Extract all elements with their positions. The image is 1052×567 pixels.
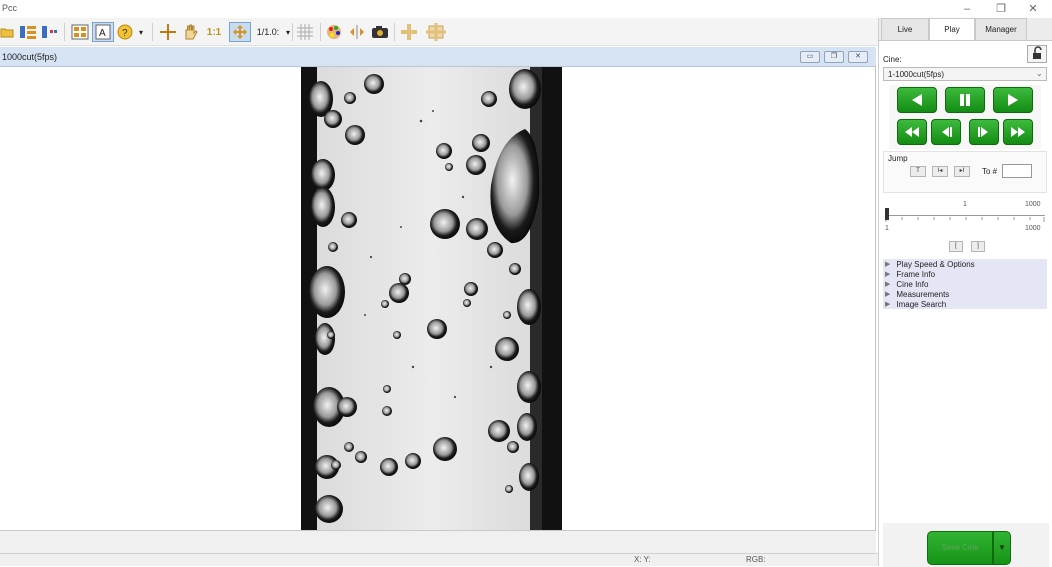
child-minimize-button[interactable]: ▭: [800, 51, 820, 63]
cine-list-icon[interactable]: [18, 22, 38, 42]
slider-ticks: [885, 217, 1045, 222]
text-tool-icon[interactable]: A: [92, 22, 114, 42]
option-cine-info[interactable]: ▶ Cine Info: [885, 279, 928, 289]
cine-viewer-window: 1000cut(5fps) ▭ ❐ ✕: [0, 47, 876, 553]
hand-pan-icon[interactable]: [180, 22, 200, 42]
tab-play[interactable]: Play: [929, 18, 975, 41]
help-icon[interactable]: ?: [116, 22, 134, 42]
option-image-search[interactable]: ▶ Image Search: [885, 299, 946, 309]
save-cine-button[interactable]: Save Cine: [927, 531, 993, 565]
jump-section: Jump T I◂ ▸I To #: [883, 151, 1047, 193]
svg-text:?: ?: [122, 28, 128, 39]
option-measurements[interactable]: ▶ Measurements: [885, 289, 949, 299]
grid-overlay-icon[interactable]: [294, 22, 316, 42]
expand-arrow-icon: ▶: [885, 271, 891, 278]
option-label: Frame Info: [896, 269, 936, 279]
jump-start-button[interactable]: I◂: [932, 166, 948, 177]
step-forward-button[interactable]: [969, 119, 999, 145]
measure-tool-icon[interactable]: [398, 22, 420, 42]
cine-select[interactable]: 1-1000cut(5fps) ⌄: [883, 67, 1047, 81]
flip-icon[interactable]: [347, 22, 367, 42]
slider-thumb[interactable]: [885, 208, 889, 220]
slider-end-label: 1000: [1025, 201, 1041, 208]
svg-text:A: A: [99, 28, 106, 39]
expand-arrow-icon: ▶: [885, 301, 891, 308]
zoom-label[interactable]: 1/1.0:: [253, 22, 283, 42]
cine-select-value: 1-1000cut(5fps): [888, 70, 945, 79]
jump-label: Jump: [888, 154, 908, 163]
jump-end-button[interactable]: ▸I: [954, 166, 970, 177]
option-label: Cine Info: [896, 279, 929, 289]
open-folder-icon[interactable]: [0, 22, 14, 42]
rgb-readout: RGB:: [746, 555, 766, 564]
step-back-button[interactable]: [931, 119, 961, 145]
slider-min-label: 1: [885, 225, 889, 232]
option-play-speed[interactable]: ▶ Play Speed & Options: [885, 259, 975, 269]
save-dropdown-button[interactable]: ▼: [993, 531, 1011, 565]
close-button[interactable]: ✕: [1018, 2, 1048, 16]
control-panel: Live Play Manager Cine: 1-1000cut(5fps) …: [878, 18, 1052, 567]
fit-window-icon[interactable]: [229, 22, 251, 42]
cine-window-titlebar: 1000cut(5fps) ▭ ❐ ✕: [0, 47, 876, 67]
options-panel: ▶ Play Speed & Options ▶ Frame Info ▶ Cine …: [883, 259, 1047, 309]
slider-track: [885, 215, 1045, 216]
lock-icon[interactable]: [1027, 45, 1047, 63]
measure-area-icon[interactable]: [424, 22, 448, 42]
mark-in-button[interactable]: [: [949, 241, 963, 252]
fast-forward-button[interactable]: [1003, 119, 1033, 145]
play-reverse-button[interactable]: [897, 87, 937, 113]
playback-controls: [889, 85, 1041, 149]
option-label: Measurements: [896, 289, 950, 299]
cursor-xy-readout: X: Y:: [634, 555, 651, 564]
app-title: Pcc: [2, 3, 18, 13]
pause-button[interactable]: [945, 87, 985, 113]
slider-max-label: 1000: [1025, 225, 1041, 232]
expand-arrow-icon: ▶: [885, 281, 891, 288]
cine-window-title: 1000cut(5fps): [2, 52, 58, 62]
to-frame-label: To #: [982, 167, 998, 176]
crosshair-icon[interactable]: [158, 22, 178, 42]
maximize-button[interactable]: ❐: [986, 2, 1016, 16]
to-frame-input[interactable]: [1002, 164, 1032, 178]
cine-label: Cine:: [883, 55, 902, 64]
slider-current-label: 1: [963, 201, 967, 208]
toolbar: A ? ▾ 1:1 1/1.0: ▾: [0, 18, 878, 46]
expand-arrow-icon: ▶: [885, 291, 891, 298]
frame-slider[interactable]: 1 1000 1 1000: [883, 197, 1047, 237]
layout-grid-icon[interactable]: [70, 22, 90, 42]
zoom-dropdown-icon[interactable]: ▾: [284, 22, 292, 42]
color-palette-icon[interactable]: [324, 22, 344, 42]
minimize-button[interactable]: –: [952, 2, 982, 16]
option-label: Image Search: [896, 299, 947, 309]
play-forward-button[interactable]: [993, 87, 1033, 113]
actual-size-icon[interactable]: 1:1: [204, 22, 224, 42]
mark-out-button[interactable]: ]: [971, 241, 985, 252]
play-tab-content: Cine: 1-1000cut(5fps) ⌄ Jump T I◂ ▸I To …: [879, 40, 1052, 567]
cine-export-icon[interactable]: [40, 22, 60, 42]
tab-live[interactable]: Live: [881, 18, 929, 40]
option-label: Play Speed & Options: [896, 259, 975, 269]
help-dropdown-icon[interactable]: ▾: [136, 22, 146, 42]
jump-trigger-button[interactable]: T: [910, 166, 926, 177]
child-close-button[interactable]: ✕: [848, 51, 868, 63]
fast-rewind-button[interactable]: [897, 119, 927, 145]
expand-arrow-icon: ▶: [885, 261, 891, 268]
tab-manager[interactable]: Manager: [975, 18, 1027, 40]
status-bar: X: Y: RGB:: [0, 553, 878, 566]
cine-frame-image[interactable]: [301, 67, 562, 530]
cine-window-statusbar: [0, 530, 876, 553]
child-restore-button[interactable]: ❐: [824, 51, 844, 63]
option-frame-info[interactable]: ▶ Frame Info: [885, 269, 935, 279]
save-area: Save Cine ▼: [883, 523, 1049, 567]
title-bar: Pcc – ❐ ✕: [0, 0, 1052, 18]
chevron-down-icon: ⌄: [1036, 69, 1043, 78]
camera-snapshot-icon[interactable]: [370, 22, 390, 42]
